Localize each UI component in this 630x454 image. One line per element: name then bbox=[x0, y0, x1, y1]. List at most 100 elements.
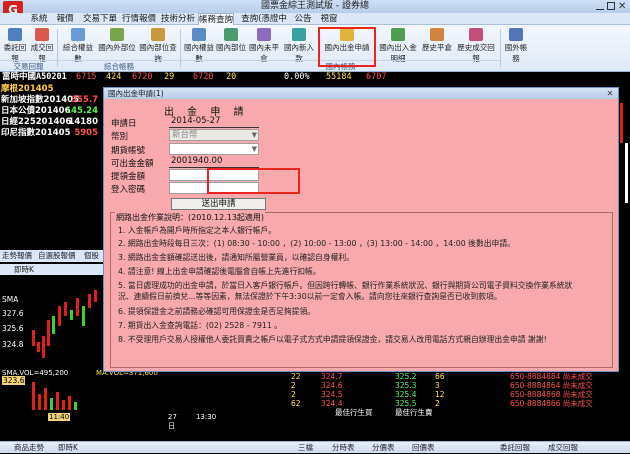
quote-row[interactable]: 印尼指數201405 5905 bbox=[1, 128, 102, 139]
note-item: 3. 網路出金金額確認送出後，請通知所屬營業員，以確認自身權利。 bbox=[118, 253, 355, 262]
withdrawal-dialog: 國內出金申請(1) ✕ 出 金 申 請 申請日 2014-05-27 幣別 新台… bbox=[103, 87, 619, 372]
menu-tab-order[interactable]: 交易下單 bbox=[82, 13, 118, 25]
money-icon bbox=[391, 28, 405, 41]
chevron-down-icon: ▼ bbox=[251, 131, 257, 139]
tab-stock[interactable]: 個股 bbox=[84, 250, 99, 262]
tab-trade-report[interactable]: 成交回報 bbox=[548, 442, 578, 454]
domestic-open-position-button[interactable]: 國內未平倉 bbox=[247, 27, 281, 63]
ribbon-separator bbox=[500, 29, 501, 67]
tab-watchlist[interactable]: 自選股報價 bbox=[38, 250, 76, 262]
tab-product-trend[interactable]: 商品走勢 bbox=[14, 442, 44, 454]
maximize-icon[interactable] bbox=[607, 2, 615, 10]
foreign-accounts-button[interactable]: 國外帳務 bbox=[502, 27, 530, 63]
futures-account-label: 期貨帳號 bbox=[111, 146, 146, 156]
tab-realtime-k[interactable]: 即時K bbox=[58, 442, 78, 454]
chart-header: 即時K bbox=[0, 264, 103, 275]
quote-symbol: 富時中國A50201 bbox=[2, 72, 67, 82]
domestic-foreign-position-button[interactable]: 國內外部位 bbox=[97, 27, 137, 57]
menu-tab-window[interactable]: 視窗 bbox=[318, 13, 340, 25]
quote-value: 6720 bbox=[193, 72, 214, 82]
note-item: 2. 網路出金時段每日三次：(1) 08:30 - 10:00 ，(2) 10:… bbox=[118, 239, 515, 248]
menu-bar: 系統 報價 交易下單 行情報價 技術分析 帳務查詢 查詢(憑證中心) 公告 視窗 bbox=[0, 13, 630, 36]
intraday-chart: 即時K SMA 327.6 325.6 324.8 323.6 SMA.VOL=… bbox=[0, 264, 216, 453]
history-trade-report-button[interactable]: 歷史成交回報 bbox=[454, 27, 498, 63]
price-label: 327.6 bbox=[2, 309, 24, 318]
withdraw-amount-label: 提領金額 bbox=[111, 172, 146, 182]
report-icon bbox=[35, 28, 49, 41]
domestic-deposit-button[interactable]: 國內新入款 bbox=[282, 27, 316, 63]
window-titlebar: 國票金綜王測試版 - 證券總 bbox=[0, 0, 630, 13]
sma-label: SMA bbox=[2, 295, 19, 304]
order-report-button[interactable]: 委託回報 bbox=[2, 27, 28, 63]
tab-order-report[interactable]: 委託回報 bbox=[500, 442, 530, 454]
menu-tab-analysis[interactable]: 技術分析 bbox=[160, 13, 196, 25]
quote-value: 0.00% bbox=[284, 72, 310, 82]
tab-three-levels[interactable]: 三檔 bbox=[298, 442, 313, 454]
quote-row[interactable]: 日經225201406 14180 bbox=[1, 117, 102, 128]
withdrawal-detail-button[interactable]: 國內出入金明細 bbox=[376, 27, 420, 63]
available-amount-value: 2001940.00 bbox=[169, 156, 259, 168]
chart-icon bbox=[71, 28, 85, 41]
menu-tab-accounts[interactable]: 帳務查詢 bbox=[198, 13, 234, 25]
chart-icon bbox=[192, 28, 206, 41]
notes-box: 網路出金作業說明：(2010.12.13起適用) 1. 入金帳戶為開戶時所指定之… bbox=[110, 212, 613, 368]
history-close-button[interactable]: 歷史平倉 bbox=[421, 27, 453, 57]
close-icon[interactable]: ✕ bbox=[618, 0, 626, 13]
equity-summary-button[interactable]: 綜合權益數 bbox=[60, 27, 96, 63]
candle-bar bbox=[625, 143, 628, 203]
volume-bars bbox=[32, 382, 77, 410]
tab-trend-quote[interactable]: 走勢報價 bbox=[2, 250, 32, 262]
note-item: 1. 入金帳戶為開戶時所指定之本人銀行帳戶。 bbox=[118, 226, 277, 235]
ribbon-toolbar: 委託回報 成交回報 綜合權益數 國內外部位 國內部位查詢 國內權益數 國內部位 … bbox=[0, 25, 630, 72]
order-book: 22 324.7 325.2 66 650-8884884 尚未成交 2 324… bbox=[285, 372, 610, 432]
minimize-icon[interactable] bbox=[596, 2, 604, 10]
pane-tabs: 走勢報價 自選股報價 個股 bbox=[0, 250, 103, 262]
history-icon bbox=[469, 28, 483, 41]
domestic-position-query-button[interactable]: 國內部位查詢 bbox=[138, 27, 178, 63]
tab-return-table[interactable]: 回價表 bbox=[412, 442, 435, 454]
tab-time-table[interactable]: 分時表 bbox=[332, 442, 355, 454]
quote-value: 20 bbox=[226, 72, 237, 82]
price-label: 324.8 bbox=[2, 340, 24, 349]
deposit-icon bbox=[292, 28, 306, 41]
domestic-position-button[interactable]: 國內部位 bbox=[216, 27, 246, 57]
currency-label: 幣別 bbox=[111, 132, 129, 142]
quote-value: 6720 bbox=[132, 72, 153, 82]
futures-account-select[interactable]: ▼ bbox=[169, 143, 259, 155]
table-row: 2 324.6 325.3 3 650-8884864 尚未成交 bbox=[291, 381, 593, 390]
note-item: 8. 不受理用戶交易人授權他人委託買賣之帳戶以電子式方式申請提領保證金，請交易人… bbox=[118, 335, 547, 344]
quote-row[interactable]: 新加坡指數201405 355.7 bbox=[1, 95, 102, 106]
ribbon-group-label: 綜合帳務 bbox=[58, 60, 180, 71]
login-password-label: 登入密碼 bbox=[111, 185, 146, 195]
quote-value: 6707 bbox=[366, 72, 387, 82]
currency-select[interactable]: 新台幣 ▼ bbox=[169, 129, 259, 141]
list-icon bbox=[257, 28, 271, 41]
table-footer: 最佳行生買 最佳行生賣 bbox=[335, 408, 433, 417]
window-title: 國票金綜王測試版 - 證券總 bbox=[261, 1, 369, 11]
quote-row[interactable]: 日本公債201406 145.24 bbox=[1, 106, 102, 117]
trade-report-button[interactable]: 成交回報 bbox=[29, 27, 55, 63]
ribbon-group-label: 交易回報 bbox=[0, 60, 57, 71]
close-icon[interactable]: ✕ bbox=[605, 89, 615, 98]
menu-tab-market[interactable]: 行情報價 bbox=[121, 13, 157, 25]
quote-strip: 富時中國A50201 6715 424 6720 29 6720 20 0.00… bbox=[0, 72, 630, 83]
price-label: 325.6 bbox=[2, 324, 24, 333]
menu-tab-quote[interactable]: 報價 bbox=[52, 13, 78, 25]
quote-row[interactable]: 摩根201405 bbox=[1, 84, 102, 95]
quote-value: 6715 bbox=[76, 72, 97, 82]
table-row: 2 324.5 325.4 12 650-8884868 尚未成交 bbox=[291, 390, 593, 399]
candle-bar bbox=[620, 103, 623, 143]
apply-date-label: 申請日 bbox=[111, 119, 137, 129]
menu-tab-query[interactable]: 查詢(憑證中心) bbox=[236, 13, 292, 36]
domestic-equity-button[interactable]: 國內權益數 bbox=[183, 27, 215, 63]
notes-title: 網路出金作業說明：(2010.12.13起適用) bbox=[115, 212, 266, 223]
menu-tab-notice[interactable]: 公告 bbox=[292, 13, 314, 25]
apply-date-field: 2014-05-27 bbox=[169, 116, 259, 128]
table-icon bbox=[224, 28, 238, 41]
menu-tab-system[interactable]: 系統 bbox=[28, 13, 50, 25]
submit-button[interactable]: 送出申請 bbox=[171, 198, 266, 210]
globe-icon bbox=[509, 28, 523, 41]
tab-price-table[interactable]: 分價表 bbox=[372, 442, 395, 454]
note-item: 5. 當日處理成功的出金申請，於當日入客戶銀行帳戶。但因跨行轉帳、銀行作業系統狀… bbox=[118, 281, 573, 290]
history-icon bbox=[430, 28, 444, 41]
